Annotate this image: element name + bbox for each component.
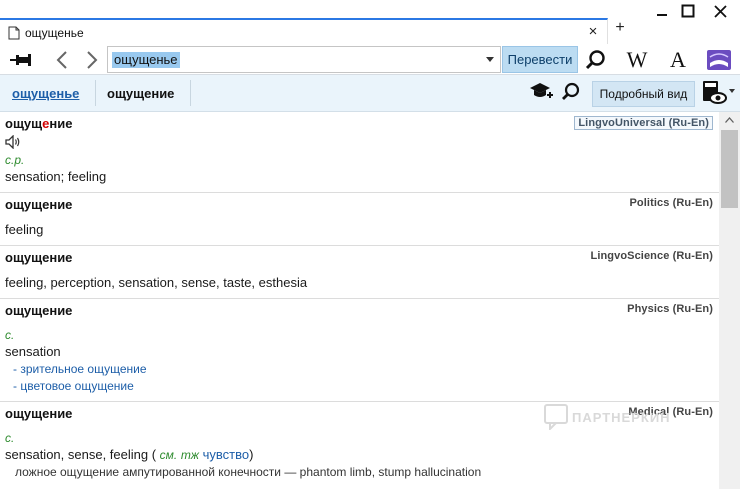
grammar-label: с. (5, 328, 15, 342)
lingvo-logo-icon (707, 50, 731, 70)
wikipedia-button[interactable]: W (620, 46, 654, 74)
maximize-button[interactable] (673, 0, 703, 22)
cross-reference-link[interactable]: чувство (203, 447, 249, 462)
headword: ощущение (5, 197, 73, 212)
article-physics: ощущение Physics (Ru-En) с. sensation - … (0, 299, 719, 402)
headword-part: ние (49, 116, 73, 131)
maximize-icon (681, 4, 695, 18)
translation: sensation; feeling (5, 169, 107, 184)
pin-icon (10, 54, 31, 66)
see-label: см. (159, 448, 178, 462)
dictionary-label[interactable]: LingvoUniversal (Ru-En) (574, 116, 713, 130)
translate-button[interactable]: Перевести (502, 46, 578, 73)
pronunciation-row (5, 132, 714, 152)
speaker-icon[interactable] (5, 134, 21, 150)
detail-view-button[interactable]: Подробный вид (592, 81, 695, 107)
divider (95, 80, 96, 106)
translation: feeling (5, 222, 44, 237)
example-source: ложное ощущение ампутированной конечност… (15, 465, 282, 479)
forward-button[interactable] (82, 46, 102, 74)
chevron-up-icon (725, 117, 734, 123)
search-icon (562, 82, 580, 100)
also-label: тж (180, 448, 199, 462)
result-word[interactable]: ощущение (107, 86, 174, 101)
watermark: ПАРТНЕРКИН (544, 404, 671, 430)
document-icon (8, 26, 20, 40)
search-button[interactable] (582, 46, 610, 74)
query-link[interactable]: ощущенье (12, 86, 79, 101)
example-translation: — phantom limb, stump hallucination (281, 465, 482, 479)
title-bar: ощущенье × + (0, 0, 740, 44)
pin-button[interactable] (8, 46, 34, 74)
article-lingvo-science: ощущение LingvoScience (Ru-En) feeling, … (0, 246, 719, 299)
font-button[interactable]: A (664, 46, 692, 74)
translation-text: sensation, sense, feeling ( (5, 447, 157, 462)
tab-title: ощущенье (25, 26, 84, 40)
tab-active[interactable]: ощущенье × (0, 18, 608, 44)
view-options-button[interactable] (700, 79, 736, 107)
window-close-button[interactable] (705, 0, 735, 22)
dictionary-label[interactable]: Politics (Ru-En) (630, 197, 714, 209)
bracket: ) (249, 447, 254, 462)
search-box[interactable]: ощущенье (107, 46, 501, 73)
subentry-link[interactable]: - цветовое ощущение (5, 378, 714, 395)
scrollbar[interactable] (719, 112, 740, 489)
search-input[interactable]: ощущенье (112, 52, 180, 68)
new-tab-button[interactable]: + (612, 19, 628, 37)
graduation-cap-icon (530, 83, 553, 98)
article-lingvo-universal: ощущение LingvoUniversal (Ru-En) с.р. se… (0, 112, 719, 193)
article-list: ощущение LingvoUniversal (Ru-En) с.р. se… (0, 112, 719, 489)
chevron-down-icon[interactable] (486, 57, 494, 62)
scrollbar-thumb[interactable] (721, 130, 738, 208)
headword: ощущение (5, 303, 73, 318)
grammar-label: с. (5, 431, 15, 445)
translation: sensation, sense, feeling ( см. тж чувст… (5, 446, 714, 464)
lingvo-app-button[interactable] (704, 46, 734, 74)
watermark-text: ПАРТНЕРКИН (572, 409, 671, 425)
watermark-logo-icon (544, 404, 568, 430)
scroll-up-button[interactable] (719, 112, 740, 128)
chevron-right-icon (87, 51, 98, 69)
subentry-link[interactable]: - зрительное ощущение (5, 361, 714, 378)
add-to-study-button[interactable] (528, 78, 554, 106)
minimize-icon (657, 14, 667, 16)
dictionary-label[interactable]: Physics (Ru-En) (627, 303, 713, 315)
results-bar: ощущенье ощущение Подробный вид (0, 75, 740, 112)
tab-close-button[interactable]: × (585, 23, 601, 40)
back-button[interactable] (52, 46, 72, 74)
divider (190, 80, 191, 106)
close-icon (713, 4, 727, 18)
translation: sensation (5, 344, 61, 359)
find-in-results-button[interactable] (559, 78, 583, 106)
search-icon (585, 50, 605, 70)
dictionary-label[interactable]: LingvoScience (Ru-En) (591, 250, 714, 262)
book-eye-icon (703, 81, 735, 104)
chevron-left-icon (56, 51, 67, 69)
grammar-label: с.р. (5, 153, 25, 167)
article-politics: ощущение Politics (Ru-En) feeling (0, 193, 719, 246)
headword-part: ощущ (5, 116, 43, 131)
translation: feeling, perception, sensation, sense, t… (5, 275, 308, 290)
example: ложное ощущение ампутированной конечност… (5, 464, 714, 481)
toolbar: ощущенье Перевести W A (0, 44, 740, 75)
